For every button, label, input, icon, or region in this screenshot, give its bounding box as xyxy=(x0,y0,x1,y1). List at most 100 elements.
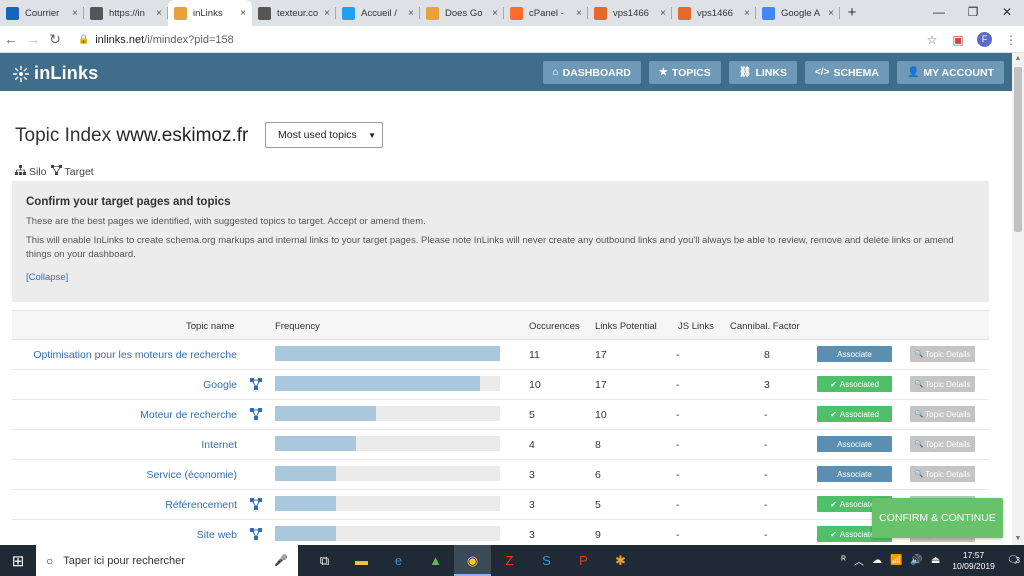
browser-tab[interactable]: texteur.co × xyxy=(252,0,336,26)
nav-dashboard-button[interactable]: ⌂ DASHBOARD xyxy=(542,61,641,84)
taskbar-search-box[interactable]: ○ Taper ici pour rechercher 🎤 xyxy=(36,545,298,576)
reload-icon[interactable]: ↻ xyxy=(44,31,66,48)
links-potential-value: 9 xyxy=(595,529,601,541)
browser-menu-icon[interactable]: ⋮ xyxy=(998,33,1024,47)
powerpoint-icon[interactable]: P xyxy=(565,545,602,576)
bookmark-star-icon[interactable]: ☆ xyxy=(919,33,945,47)
close-tab-icon[interactable]: × xyxy=(744,8,750,19)
close-tab-icon[interactable]: × xyxy=(492,8,498,19)
photos-icon[interactable]: ▲ xyxy=(417,545,454,576)
scroll-up-icon[interactable]: ▲ xyxy=(1012,53,1024,65)
topic-details-button[interactable]: 🔍Topic Details xyxy=(910,346,975,362)
people-icon[interactable]: ᴿ xyxy=(841,555,846,566)
clock[interactable]: 17:57 10/09/2019 xyxy=(952,550,995,572)
topic-name-link[interactable]: Internet xyxy=(201,439,237,451)
topic-details-button[interactable]: 🔍Topic Details xyxy=(910,376,975,392)
topic-name-link[interactable]: Moteur de recherche xyxy=(140,409,237,421)
collapse-link[interactable]: [Collapse] xyxy=(26,272,68,283)
confirm-info-box: Confirm your target pages and topics The… xyxy=(12,181,989,302)
url-field[interactable]: 🔒 inlinks.net/i/mindex?pid=158 xyxy=(78,29,916,50)
forward-icon[interactable]: → xyxy=(22,31,44,47)
topic-name-link[interactable]: Site web xyxy=(197,529,237,541)
microphone-icon[interactable]: 🎤 xyxy=(274,554,288,567)
extension-icon[interactable]: ▣ xyxy=(945,33,971,47)
target-icon[interactable] xyxy=(250,408,262,420)
app-settings-icon[interactable]: ✱ xyxy=(602,545,639,576)
topic-sort-select[interactable]: Most used topics ▼ xyxy=(265,122,383,148)
associate-button[interactable]: Associate xyxy=(817,436,892,452)
js-links-value: - xyxy=(676,529,680,541)
browser-tab[interactable]: vps1466 × xyxy=(672,0,756,26)
topic-details-label: Topic Details xyxy=(925,409,971,419)
inlinks-icon xyxy=(426,6,439,20)
browser-tab[interactable]: Accueil / × xyxy=(336,0,420,26)
nav-links-button[interactable]: ⛓ LINKS xyxy=(728,61,797,84)
associated-button[interactable]: ✔ Associated xyxy=(817,406,892,422)
scroll-down-icon[interactable]: ▼ xyxy=(1012,533,1024,545)
usb-icon[interactable]: ⏏ xyxy=(931,555,940,566)
browser-tab[interactable]: vps1466 × xyxy=(588,0,672,26)
browser-tab[interactable]: inLinks × xyxy=(168,0,252,26)
file-explorer-icon[interactable]: ▬ xyxy=(343,545,380,576)
volume-icon[interactable]: 🔊 xyxy=(910,555,922,566)
table-row: Google 10 17 - 3 ✔ Associated 🔍 Topic Details xyxy=(12,370,989,400)
target-icon[interactable] xyxy=(250,528,262,540)
cloud-icon[interactable]: ☁ xyxy=(872,555,882,566)
topic-name-link[interactable]: Optimisation pour les moteurs de recherc… xyxy=(33,349,237,361)
topic-name-link[interactable]: Google xyxy=(203,379,237,391)
close-tab-icon[interactable]: × xyxy=(324,8,330,19)
new-tab-icon[interactable]: + xyxy=(840,0,864,26)
windows-start-icon[interactable]: ⊞ xyxy=(0,552,36,570)
browser-tab[interactable]: Google A × xyxy=(756,0,840,26)
browser-tab[interactable]: Courrier × xyxy=(0,0,84,26)
topic-name-link[interactable]: Service (économie) xyxy=(147,469,237,481)
profile-avatar[interactable]: F xyxy=(977,32,992,47)
chrome-icon[interactable]: ◉ xyxy=(454,545,491,576)
close-tab-icon[interactable]: × xyxy=(72,8,78,19)
browser-tab[interactable]: Does Go × xyxy=(420,0,504,26)
topic-name-link[interactable]: Référencement xyxy=(165,499,237,511)
nav-account-button[interactable]: 👤 MY ACCOUNT xyxy=(896,61,1004,84)
scrollbar-thumb[interactable] xyxy=(1014,67,1022,232)
cpanel-icon xyxy=(510,6,523,20)
close-tab-icon[interactable]: × xyxy=(576,8,582,19)
topic-details-label: Topic Details xyxy=(925,469,971,479)
link-icon: ⛓ xyxy=(738,67,752,78)
topic-sort-value: Most used topics xyxy=(278,129,357,141)
browser-tab[interactable]: cPanel - × xyxy=(504,0,588,26)
inlinks-logo[interactable]: inLinks xyxy=(12,63,98,84)
close-tab-icon[interactable]: × xyxy=(240,8,246,19)
filezilla-icon[interactable]: Z xyxy=(491,545,528,576)
back-icon[interactable]: ← xyxy=(0,31,22,47)
target-icon[interactable] xyxy=(250,498,262,510)
taskbar-search-placeholder: Taper ici pour rechercher xyxy=(63,554,185,567)
close-window-icon[interactable]: ✕ xyxy=(990,0,1024,26)
network-icon[interactable]: 📶 xyxy=(890,555,902,566)
star-icon: ★ xyxy=(658,67,668,78)
nav-schema-button[interactable]: </> SCHEMA xyxy=(804,61,889,84)
associate-label: Associated xyxy=(839,379,879,389)
topic-details-button[interactable]: 🔍Topic Details xyxy=(910,406,975,422)
confirm-continue-button[interactable]: CONFIRM & CONTINUE xyxy=(872,498,1003,538)
browser-tab-label: texteur.co xyxy=(277,7,319,19)
skype-icon[interactable]: S xyxy=(528,545,565,576)
topic-details-button[interactable]: 🔍Topic Details xyxy=(910,436,975,452)
frequency-bar-fill xyxy=(275,376,480,391)
close-tab-icon[interactable]: × xyxy=(828,8,834,19)
minimize-icon[interactable]: — xyxy=(922,0,956,26)
close-tab-icon[interactable]: × xyxy=(408,8,414,19)
task-view-icon[interactable]: ⧉ xyxy=(306,545,343,576)
close-tab-icon[interactable]: × xyxy=(660,8,666,19)
close-tab-icon[interactable]: × xyxy=(156,8,162,19)
topic-details-button[interactable]: 🔍Topic Details xyxy=(910,466,975,482)
associate-button[interactable]: Associate xyxy=(817,346,892,362)
browser-tab[interactable]: https://in × xyxy=(84,0,168,26)
associate-button[interactable]: Associate xyxy=(817,466,892,482)
restore-icon[interactable]: ❐ xyxy=(956,0,990,26)
nav-topics-button[interactable]: ★ TOPICS xyxy=(648,61,721,84)
associated-button[interactable]: ✔ Associated xyxy=(817,376,892,392)
page-scrollbar[interactable]: ▲ ▼ xyxy=(1012,53,1024,545)
target-icon[interactable] xyxy=(250,378,262,390)
tray-chevron-icon[interactable]: ︿ xyxy=(854,553,864,568)
edge-icon[interactable]: e xyxy=(380,545,417,576)
